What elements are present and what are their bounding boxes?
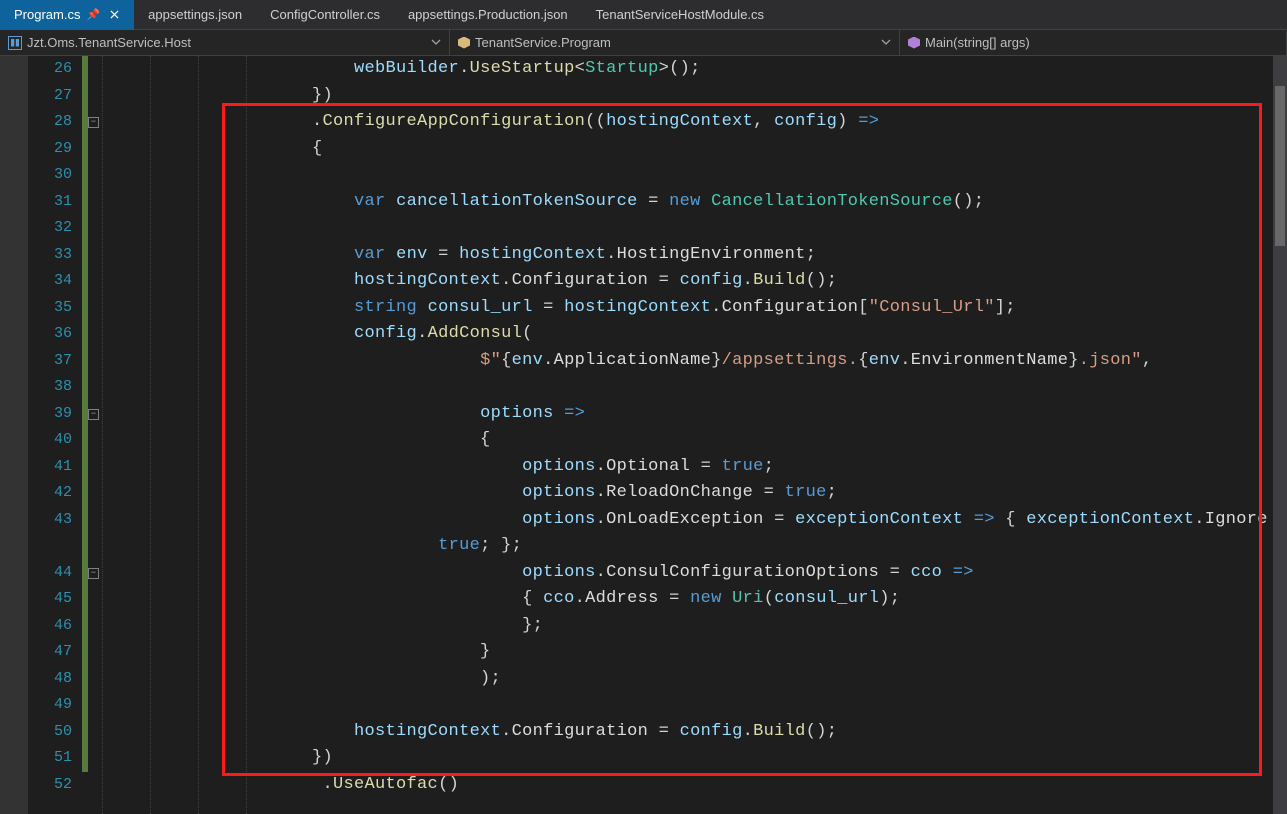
breadcrumb-method[interactable]: Main(string[] args) (900, 30, 1287, 55)
tab-tenantservicehostmodule-cs[interactable]: TenantServiceHostModule.cs (582, 0, 778, 30)
fold-toggle[interactable]: − (88, 409, 99, 420)
class-icon (458, 37, 470, 49)
breadcrumb-label: TenantService.Program (475, 35, 611, 50)
tab-label: Program.cs (14, 7, 80, 22)
tab-label: ConfigController.cs (270, 7, 380, 22)
tab-bar: Program.cs 📌 appsettings.json ConfigCont… (0, 0, 1287, 30)
close-icon[interactable] (108, 9, 120, 21)
code-area[interactable]: webBuilder.UseStartup<Startup>(); }) .Co… (102, 56, 1287, 814)
chevron-down-icon (431, 35, 441, 50)
breakpoint-margin[interactable] (0, 56, 28, 814)
fold-toggle[interactable]: − (88, 568, 99, 579)
tab-label: TenantServiceHostModule.cs (596, 7, 764, 22)
tab-configcontroller-cs[interactable]: ConfigController.cs (256, 0, 394, 30)
fold-column[interactable]: − − − (88, 56, 102, 814)
tab-appsettings-json[interactable]: appsettings.json (134, 0, 256, 30)
code-editor[interactable]: 2627282930313233343536373839404142434445… (0, 56, 1287, 814)
breadcrumb-label: Main(string[] args) (925, 35, 1030, 50)
tab-label: appsettings.json (148, 7, 242, 22)
namespace-icon (8, 36, 22, 50)
breadcrumb-label: Jzt.Oms.TenantService.Host (27, 35, 191, 50)
method-icon (908, 37, 920, 49)
tab-label: appsettings.Production.json (408, 7, 568, 22)
breadcrumb: Jzt.Oms.TenantService.Host TenantService… (0, 30, 1287, 56)
tab-appsettings-production-json[interactable]: appsettings.Production.json (394, 0, 582, 30)
fold-toggle[interactable]: − (88, 117, 99, 128)
breadcrumb-class[interactable]: TenantService.Program (450, 30, 900, 55)
line-number-gutter: 2627282930313233343536373839404142434445… (28, 56, 82, 814)
chevron-down-icon (881, 35, 891, 50)
vertical-scrollbar[interactable] (1273, 56, 1287, 814)
scroll-thumb[interactable] (1275, 86, 1285, 246)
tab-program-cs[interactable]: Program.cs 📌 (0, 0, 134, 30)
pin-icon[interactable]: 📌 (86, 8, 100, 21)
breadcrumb-namespace[interactable]: Jzt.Oms.TenantService.Host (0, 30, 450, 55)
